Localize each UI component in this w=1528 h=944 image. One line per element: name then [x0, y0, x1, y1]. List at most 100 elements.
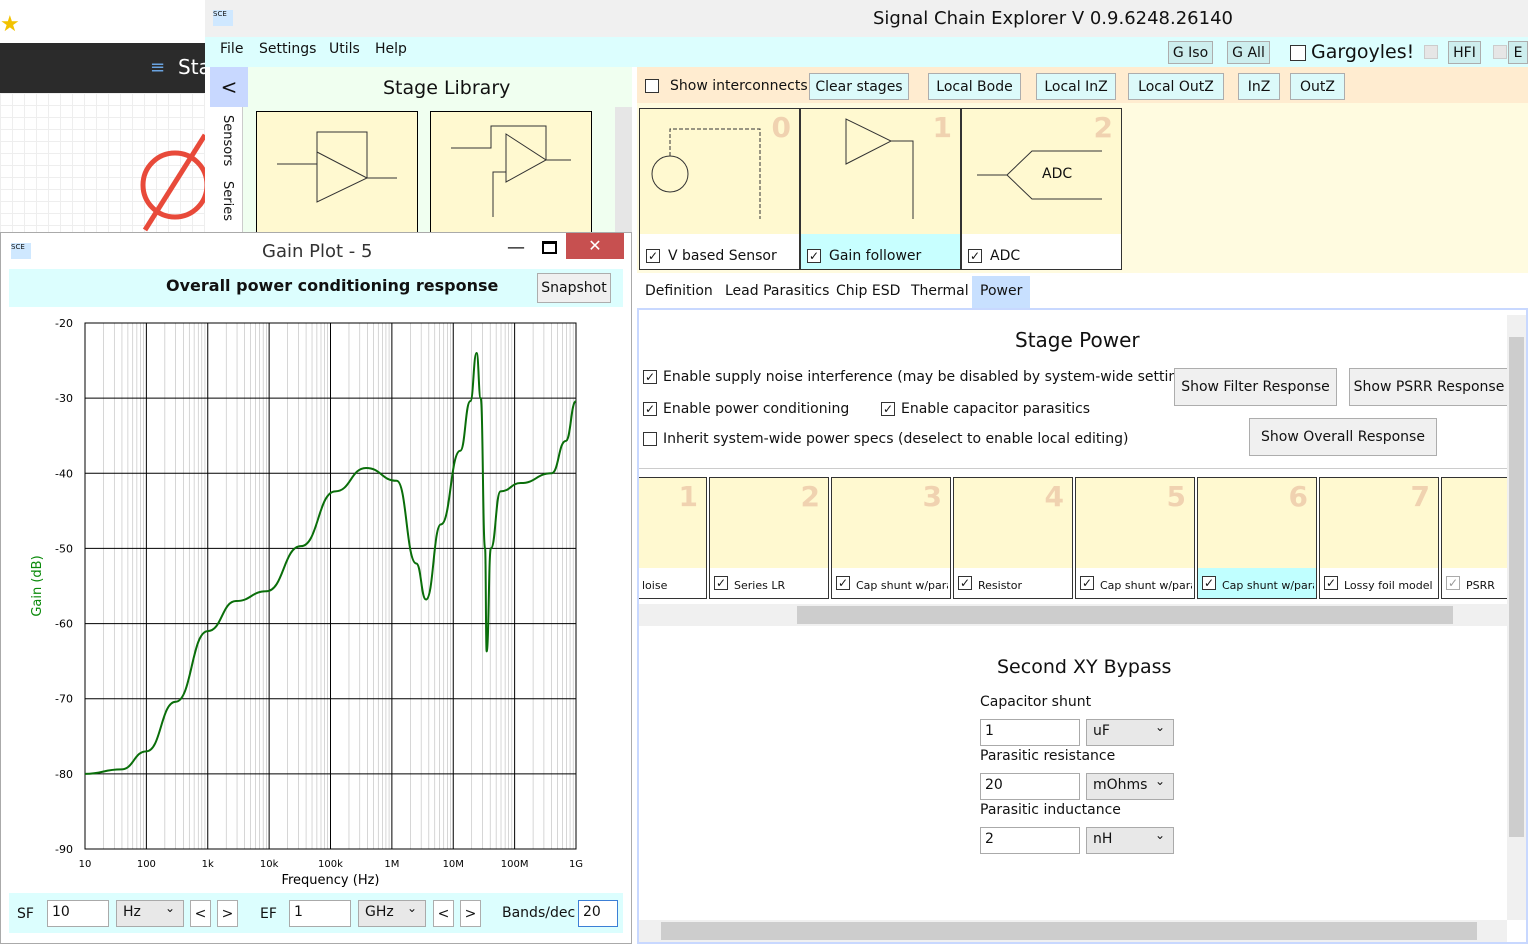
bands-label: Bands/dec	[502, 905, 576, 921]
tab-lead-parasitics[interactable]: Lead Parasitics	[725, 283, 829, 299]
parasitic-resistance-input[interactable]: 20	[980, 773, 1080, 800]
bands-input[interactable]: 20	[578, 900, 618, 927]
hfi-button[interactable]: HFI	[1448, 41, 1481, 64]
supply-noise-checkbox[interactable]: ✓	[643, 370, 657, 384]
ef-unit-select[interactable]: GHz	[358, 900, 426, 927]
gargoyles-checkbox[interactable]	[1290, 45, 1306, 61]
power-stage-card[interactable]: 3 ✓ Cap shunt w/paras	[831, 477, 951, 599]
clear-stages-button[interactable]: Clear stages	[809, 73, 909, 100]
show-overall-response-button[interactable]: Show Overall Response	[1249, 418, 1437, 456]
show-filter-response-button[interactable]: Show Filter Response	[1174, 368, 1337, 406]
inherit-specs-checkbox[interactable]	[643, 432, 657, 446]
parasitic-inductance-label: Parasitic inductance	[980, 802, 1121, 818]
stage-label: V based Sensor	[668, 248, 777, 264]
parasitic-inductance-unit-select[interactable]: nH	[1086, 827, 1174, 854]
library-item-noninv-amp[interactable]	[430, 111, 592, 237]
stage-checkbox[interactable]: ✓	[958, 576, 972, 590]
sf-unit-select[interactable]: Hz	[116, 900, 184, 927]
ef-prev-button[interactable]: <	[433, 900, 454, 927]
power-conditioning-checkbox[interactable]: ✓	[643, 402, 657, 416]
local-inz-button[interactable]: Local InZ	[1036, 73, 1116, 100]
stage-checkbox[interactable]: ✓	[807, 249, 821, 263]
chain-scrollbar[interactable]	[639, 604, 1507, 626]
cap-parasitics-checkbox[interactable]: ✓	[881, 402, 895, 416]
library-item-inverting-amp[interactable]	[256, 111, 418, 237]
power-conditioning-label: Enable power conditioning	[663, 401, 850, 417]
stage-label: ADC	[990, 248, 1021, 264]
power-stage-card[interactable]: 6 ✓ Cap shunt w/paras	[1197, 477, 1317, 599]
sf-prev-button[interactable]: <	[190, 900, 211, 927]
stage-label: Gain follower	[829, 248, 922, 264]
panel-hscrollbar[interactable]	[639, 920, 1507, 942]
stage-number: 4	[1044, 480, 1064, 513]
inz-button[interactable]: InZ	[1238, 73, 1280, 100]
show-interconnects-checkbox[interactable]	[645, 79, 659, 93]
section-title: Second XY Bypass	[997, 656, 1172, 678]
x-axis-label: Frequency (Hz)	[281, 873, 379, 888]
power-stage-card[interactable]: 2 ✓ Series LR	[709, 477, 829, 599]
collapse-library-button[interactable]: <	[210, 67, 248, 107]
menu-help[interactable]: Help	[375, 41, 407, 57]
menu-file[interactable]: File	[220, 41, 243, 57]
menu-settings[interactable]: Settings	[259, 41, 316, 57]
opamp-icon	[845, 118, 914, 224]
sf-input[interactable]: 10	[47, 900, 109, 927]
stage-checkbox[interactable]: ✓	[646, 249, 660, 263]
ef-input[interactable]: 1	[289, 900, 351, 927]
power-stage-card[interactable]: 5 ✓ Cap shunt w/paras	[1075, 477, 1195, 599]
hfi-checkbox[interactable]	[1424, 45, 1438, 59]
library-tabs: Sensors Series	[210, 107, 243, 237]
power-stage-card[interactable]: 7 ✓ Lossy foil model	[1319, 477, 1439, 599]
panel-vscrollbar[interactable]	[1507, 315, 1526, 920]
outz-button[interactable]: OutZ	[1290, 73, 1345, 100]
sf-next-button[interactable]: >	[217, 900, 238, 927]
stage-checkbox[interactable]: ✓	[836, 576, 850, 590]
cap-shunt-label: Capacitor shunt	[980, 694, 1092, 710]
stage-label: Series LR	[734, 579, 786, 592]
power-stage-card[interactable]: ✓ PSRR	[1441, 477, 1507, 599]
stage-checkbox[interactable]: ✓	[1446, 576, 1460, 590]
e-checkbox[interactable]	[1493, 45, 1507, 59]
parasitic-resistance-unit-select[interactable]: mOhms	[1086, 773, 1174, 800]
tab-definition[interactable]: Definition	[645, 283, 713, 299]
stage-checkbox[interactable]: ✓	[968, 249, 982, 263]
title-bar: SCE Signal Chain Explorer V 0.9.6248.261…	[205, 0, 1528, 37]
local-bode-button[interactable]: Local Bode	[928, 73, 1021, 100]
menu-utils[interactable]: Utils	[329, 41, 360, 57]
minimize-button[interactable]: —	[507, 237, 525, 258]
g-all-button[interactable]: G All	[1227, 41, 1270, 64]
local-outz-button[interactable]: Local OutZ	[1128, 73, 1224, 100]
power-stage-card[interactable]: 1 loise	[639, 477, 707, 599]
maximize-button[interactable]	[542, 241, 557, 254]
stage-label: Cap shunt w/paras	[1222, 579, 1314, 592]
parasitic-inductance-input[interactable]: 2	[980, 827, 1080, 854]
stage-checkbox[interactable]: ✓	[714, 576, 728, 590]
ef-next-button[interactable]: >	[460, 900, 481, 927]
stage-checkbox[interactable]: ✓	[1202, 576, 1216, 590]
stage-checkbox[interactable]: ✓	[1080, 576, 1094, 590]
show-psrr-response-button[interactable]: Show PSRR Response	[1349, 368, 1509, 406]
snapshot-button[interactable]: Snapshot	[537, 273, 611, 303]
y-tick-label: -80	[55, 768, 73, 781]
stage-card-2[interactable]: 2 ADC ✓ ADC	[961, 108, 1122, 270]
stage-number: 1	[678, 480, 698, 513]
tab-sensors[interactable]: Sensors	[220, 115, 235, 166]
background-app: ★ ≡ Sta	[0, 0, 211, 232]
stage-card-0[interactable]: 0 ✓ V based Sensor	[639, 108, 800, 270]
e-button[interactable]: E	[1508, 41, 1528, 64]
tab-series[interactable]: Series	[220, 181, 235, 221]
y-tick-label: -60	[55, 618, 73, 631]
g-iso-button[interactable]: G Iso	[1168, 41, 1213, 64]
library-scrollbar[interactable]	[615, 107, 632, 237]
gain-plot-window: SCE Gain Plot - 5 — ✕ Overall power cond…	[0, 232, 632, 944]
close-button[interactable]: ✕	[566, 233, 624, 259]
tab-thermal[interactable]: Thermal	[911, 283, 969, 299]
cap-shunt-unit-select[interactable]: uF	[1086, 719, 1174, 746]
chain-scroll-thumb[interactable]	[797, 606, 1453, 624]
tab-power[interactable]: Power	[972, 276, 1031, 308]
cap-shunt-input[interactable]: 1	[980, 719, 1080, 746]
tab-chip-esd[interactable]: Chip ESD	[836, 283, 900, 299]
power-stage-card[interactable]: 4 ✓ Resistor	[953, 477, 1073, 599]
stage-checkbox[interactable]: ✓	[1324, 576, 1338, 590]
stage-card-1[interactable]: 1 ✓ Gain follower	[800, 108, 961, 270]
